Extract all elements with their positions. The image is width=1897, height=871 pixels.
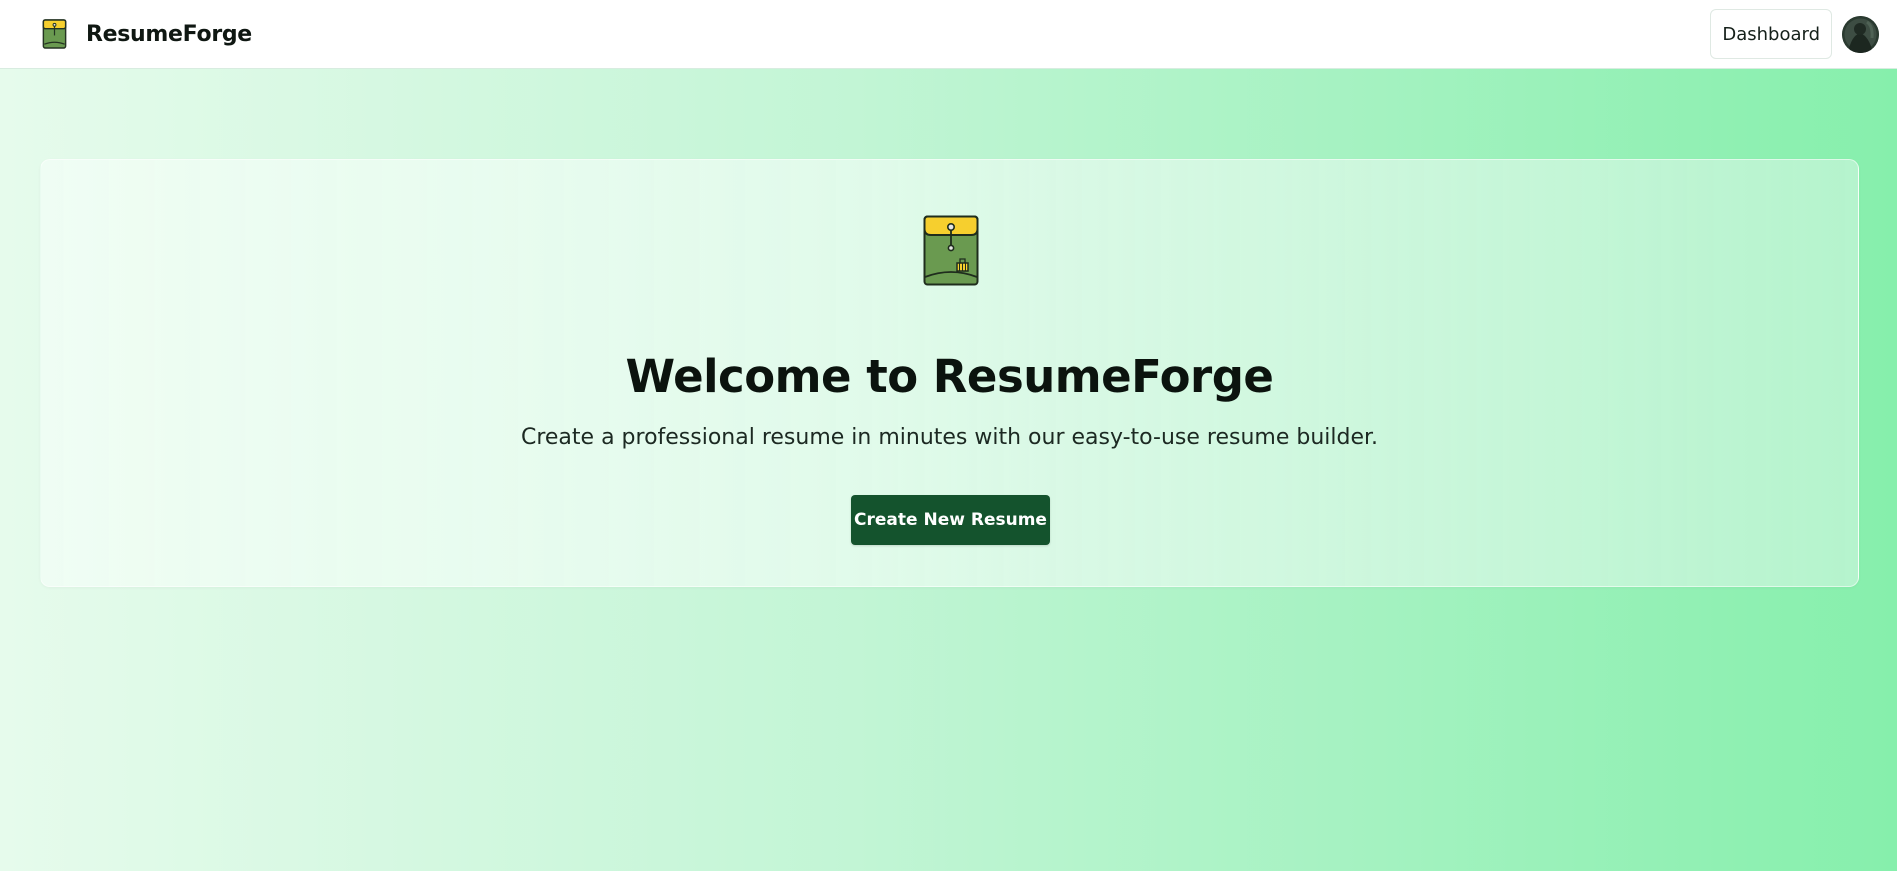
folder-icon — [923, 215, 979, 286]
top-navbar: ResumeForge Dashboard — [0, 0, 1897, 69]
hero-card: Welcome to ResumeForge Create a professi… — [40, 159, 1859, 587]
hero-subtitle: Create a professional resume in minutes … — [520, 425, 1379, 450]
brand-name: ResumeForge — [86, 21, 252, 47]
folder-icon — [42, 19, 67, 49]
create-new-resume-button[interactable]: Create New Resume — [851, 495, 1050, 545]
page-title: Welcome to ResumeForge — [625, 350, 1274, 403]
user-avatar[interactable] — [1842, 15, 1879, 53]
dashboard-button[interactable]: Dashboard — [1710, 9, 1832, 59]
nav-actions: Dashboard — [1710, 9, 1879, 59]
brand[interactable]: ResumeForge — [42, 19, 252, 49]
